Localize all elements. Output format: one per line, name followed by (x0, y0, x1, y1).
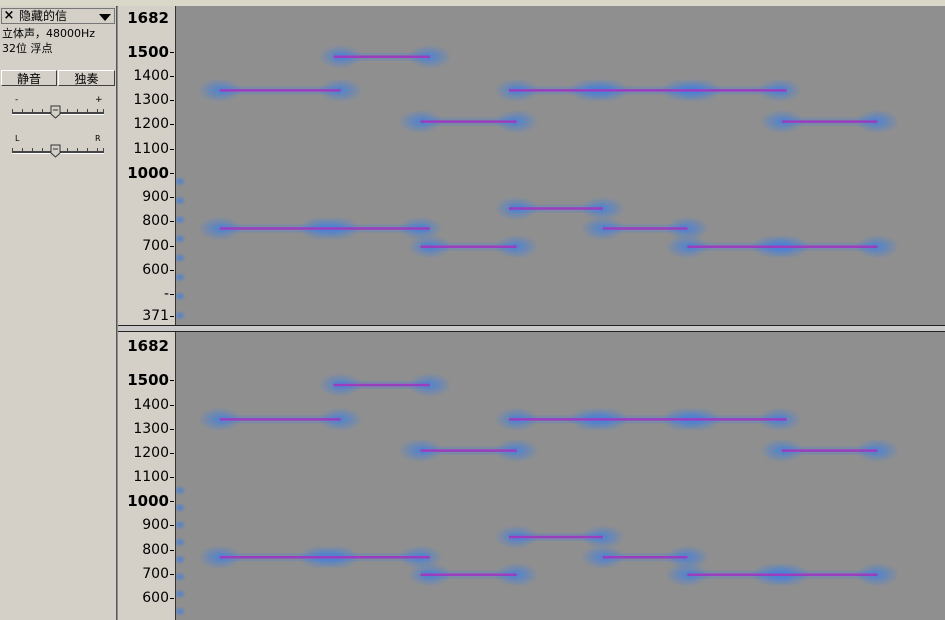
ruler-left-tick-label: - (163, 286, 169, 302)
track-control-panel: × 隐藏的信 立体声，48000Hz 32位 浮点 静音 独奏 - + L R (0, 6, 117, 620)
ruler-right-tick-label: 1100 (133, 469, 169, 485)
ruler-left-tick-label: 900 (142, 189, 169, 205)
spectrogram-right-canvas (176, 332, 945, 620)
ruler-left-tick-label: 371 (142, 308, 169, 324)
ruler-right-tick-label: 1000 (127, 492, 169, 510)
ruler-right-tick-mark (170, 380, 174, 381)
ruler-right-tick-label: 1500 (127, 371, 169, 389)
ruler-left-tick-mark (170, 52, 174, 53)
ruler-left-tick-mark (170, 221, 174, 222)
ruler-left-tick-mark (170, 149, 174, 150)
ruler-left-tick-mark (170, 294, 174, 295)
ruler-left-tick-label: 1300 (133, 92, 169, 108)
ruler-left-tick-mark (170, 246, 174, 247)
pan-left-label: L (15, 134, 20, 143)
ruler-left-tick-mark (170, 270, 174, 271)
pan-slider[interactable] (12, 143, 104, 158)
spectrogram-left-channel[interactable] (176, 6, 945, 325)
ruler-right-tick-mark (170, 525, 174, 526)
spectrogram-left-canvas (176, 6, 945, 325)
ruler-right-tick-mark (170, 405, 174, 406)
ruler-left-tick-label: 1682 (127, 9, 169, 27)
ruler-left-tick-label: 1000 (127, 164, 169, 182)
ruler-left-tick-mark (170, 100, 174, 101)
ruler-left-tick-label: 700 (142, 238, 169, 254)
ruler-left-tick-label: 1500 (127, 43, 169, 61)
pan-slider-thumb[interactable] (50, 144, 61, 158)
pan-right-label: R (95, 134, 101, 143)
ruler-right-tick-label: 1682 (127, 337, 169, 355)
ruler-left-tick-label: 800 (142, 213, 169, 229)
track-name[interactable]: 隐藏的信 (19, 9, 67, 23)
track-sample-format: 32位 浮点 (2, 42, 53, 55)
ruler-left-tick-mark (170, 76, 174, 77)
ruler-right-tick-label: 700 (142, 566, 169, 582)
ruler-right-tick-mark (170, 429, 174, 430)
ruler-left-tick-label: 1400 (133, 68, 169, 84)
ruler-right-tick-label: 1200 (133, 445, 169, 461)
ruler-left-tick-label: 600 (142, 262, 169, 278)
ruler-right-tick-mark (170, 574, 174, 575)
mute-button[interactable]: 静音 (1, 70, 57, 86)
ruler-left-tick-label: 1100 (133, 141, 169, 157)
gain-slider-thumb[interactable] (50, 105, 61, 119)
solo-button[interactable]: 独奏 (58, 70, 115, 86)
gain-slider[interactable] (12, 104, 104, 119)
ruler-right-tick-mark (170, 477, 174, 478)
ruler-right-tick-label: 1400 (133, 397, 169, 413)
ruler-right-tick-label: 600 (142, 590, 169, 606)
track-menu-arrow-icon[interactable] (99, 14, 111, 21)
ruler-right-tick-mark (170, 453, 174, 454)
left-channel-background (176, 6, 945, 325)
ruler-right-tick-mark (170, 598, 174, 599)
spectrogram-right-channel[interactable] (176, 332, 945, 620)
frequency-ruler-left-channel: 1682 1500 1400 1300 1200 1100 1000 900 800 700 600… (118, 6, 176, 325)
ruler-left-tick-mark (170, 124, 174, 125)
ruler-left-tick-mark (170, 316, 174, 317)
ruler-left-tick-mark (170, 173, 174, 174)
close-track-button[interactable]: × (2, 8, 16, 24)
ruler-left-tick-mark (170, 197, 174, 198)
ruler-right-tick-label: 1300 (133, 421, 169, 437)
frequency-ruler-right-channel: 1682 1500 1400 1300 1200 1100 1000 900 800 700 600 (118, 332, 176, 620)
channel-separator (118, 325, 945, 332)
ruler-right-tick-mark (170, 501, 174, 502)
track-format-info: 立体声，48000Hz (2, 27, 96, 40)
ruler-right-tick-label: 800 (142, 542, 169, 558)
ruler-left-tick-label: 1200 (133, 116, 169, 132)
ruler-right-tick-mark (170, 550, 174, 551)
track-title-bar[interactable]: × 隐藏的信 (1, 8, 115, 24)
ruler-right-tick-label: 900 (142, 517, 169, 533)
